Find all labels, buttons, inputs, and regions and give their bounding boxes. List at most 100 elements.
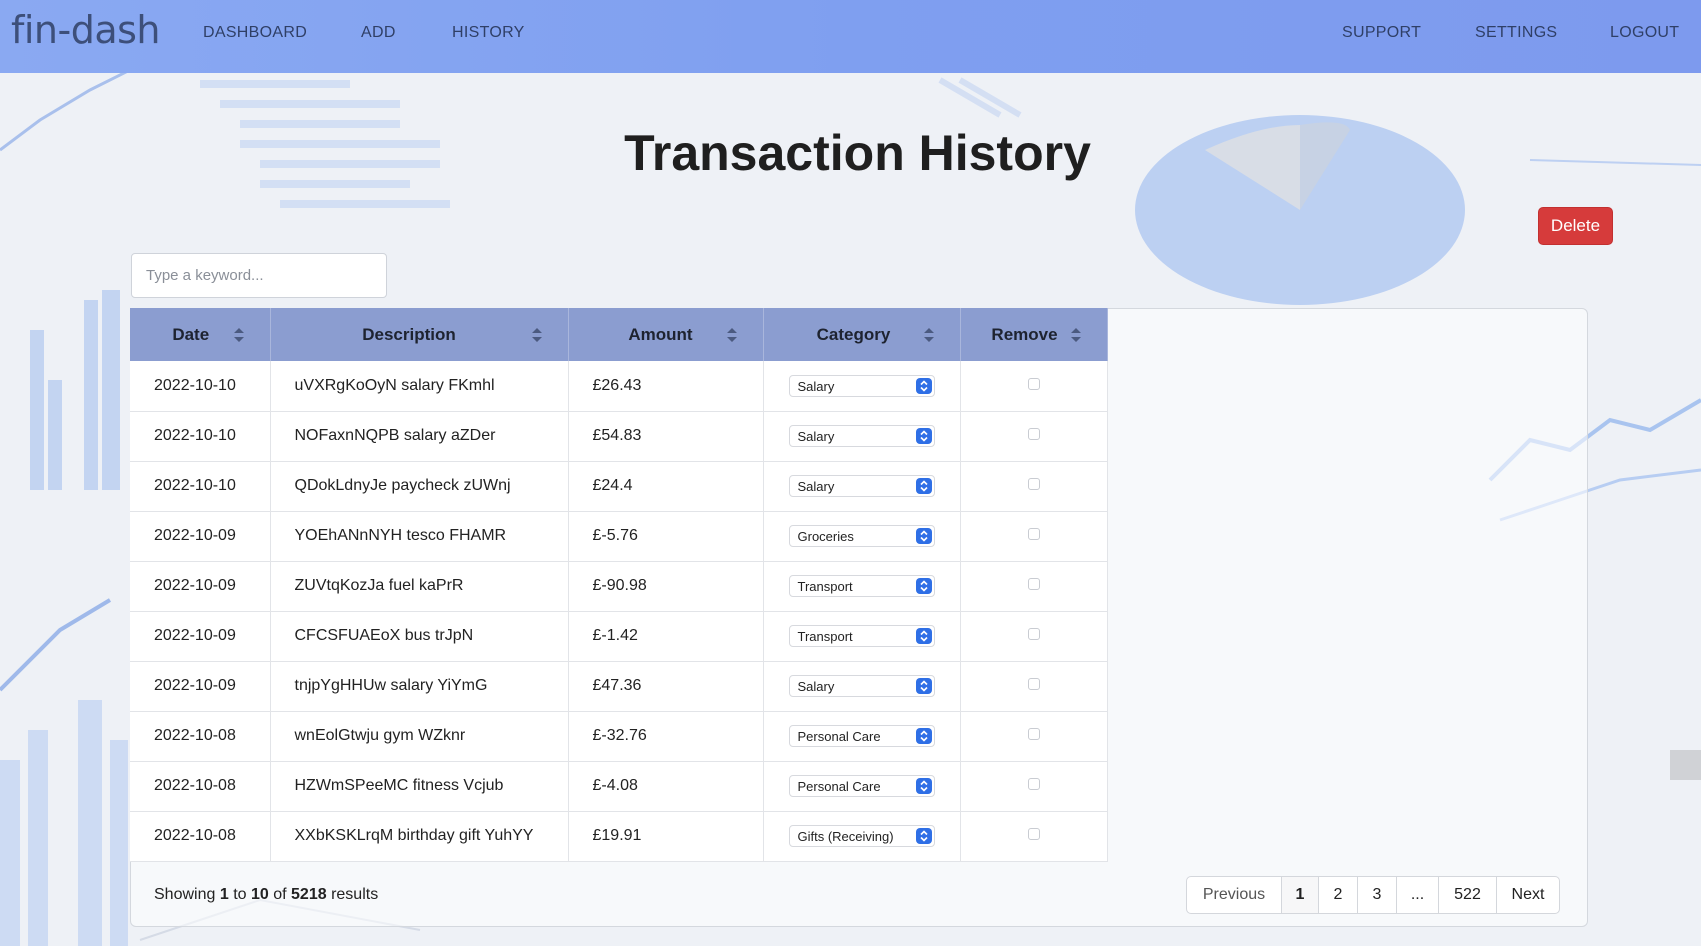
header-category-label: Category <box>816 324 891 344</box>
select-arrows-icon <box>915 628 932 644</box>
header-description[interactable]: Description <box>270 308 569 361</box>
remove-checkbox[interactable] <box>1027 377 1040 390</box>
cell-date: 2022-10-10 <box>130 361 271 412</box>
page-ellipsis: ... <box>1397 877 1439 913</box>
next-page-button[interactable]: Next <box>1497 877 1559 913</box>
cell-description: XXbKSKLrqM birthday gift YuhYY <box>270 811 569 862</box>
search-input[interactable] <box>131 253 387 298</box>
table-row: 2022-10-08 wnEolGtwju gym WZknr £-32.76 … <box>130 711 1108 762</box>
table-row: 2022-10-08 HZWmSPeeMC fitness Vcjub £-4.… <box>130 761 1108 812</box>
sort-icon[interactable] <box>1070 328 1081 342</box>
sort-icon[interactable] <box>923 328 934 342</box>
cell-description: YOEhANnNYH tesco FHAMR <box>270 511 569 562</box>
table-row: 2022-10-08 XXbKSKLrqM birthday gift YuhY… <box>130 811 1108 862</box>
category-select[interactable]: Transport <box>788 625 935 647</box>
nav-logout[interactable]: LOGOUT <box>1610 24 1679 42</box>
remove-checkbox[interactable] <box>1027 578 1040 590</box>
select-arrows-icon <box>915 578 932 594</box>
cell-description: CFCSFUAEoX bus trJpN <box>270 611 569 662</box>
cell-amount: £54.83 <box>568 411 764 462</box>
cell-description: NOFaxnNQPB salary aZDer <box>270 411 569 462</box>
category-select[interactable]: Personal Care <box>788 725 935 747</box>
header-amount-label: Amount <box>628 324 693 344</box>
table-row: 2022-10-09 CFCSFUAEoX bus trJpN £-1.42 T… <box>130 611 1108 662</box>
cell-amount: £-90.98 <box>568 561 764 612</box>
cell-description: tnjpYgHHUw salary YiYmG <box>270 661 569 712</box>
results-summary: Showing 1 to 10 of 5218 results <box>154 886 379 903</box>
cell-date: 2022-10-09 <box>130 561 271 612</box>
cell-description: QDokLdnyJe paycheck zUWnj <box>270 461 569 512</box>
table-row: 2022-10-10 NOFaxnNQPB salary aZDer £54.8… <box>130 411 1108 462</box>
table-row: 2022-10-10 uVXRgKoOyN salary FKmhl £26.4… <box>130 361 1108 412</box>
cell-description: ZUVtqKozJa fuel kaPrR <box>270 561 569 612</box>
cell-amount: £-1.42 <box>568 611 764 662</box>
select-arrows-icon <box>915 478 932 494</box>
header-remove-label: Remove <box>991 324 1058 344</box>
table-row: 2022-10-09 YOEhANnNYH tesco FHAMR £-5.76… <box>130 511 1108 562</box>
sort-icon[interactable] <box>233 328 244 342</box>
category-select[interactable]: Groceries <box>788 525 935 547</box>
page-title: Transaction History <box>624 125 1091 181</box>
header-date[interactable]: Date <box>130 308 271 361</box>
select-arrows-icon <box>915 428 932 444</box>
page-button-522[interactable]: 522 <box>1439 877 1497 913</box>
page-button-3[interactable]: 3 <box>1358 877 1397 913</box>
cell-date: 2022-10-10 <box>130 461 271 512</box>
cell-date: 2022-10-09 <box>130 611 271 662</box>
category-select[interactable]: Salary <box>788 425 935 447</box>
cell-date: 2022-10-08 <box>130 761 271 812</box>
cell-amount: £-4.08 <box>568 761 764 812</box>
nav-dashboard[interactable]: DASHBOARD <box>203 24 307 42</box>
pagination: Previous 1 2 3 ... 522 Next <box>1186 876 1560 914</box>
transaction-table: Date Description Amount Category Remove <box>130 308 1108 862</box>
cell-amount: £47.36 <box>568 661 764 712</box>
cell-amount: £26.43 <box>568 361 764 412</box>
nav-history[interactable]: HISTORY <box>452 24 525 42</box>
table-row: 2022-10-09 tnjpYgHHUw salary YiYmG £47.3… <box>130 661 1108 712</box>
sort-icon[interactable] <box>531 328 542 342</box>
remove-checkbox[interactable] <box>1027 678 1040 690</box>
page-button-1[interactable]: 1 <box>1282 877 1319 913</box>
nav-settings[interactable]: SETTINGS <box>1475 24 1557 42</box>
header-category[interactable]: Category <box>763 308 961 361</box>
category-select[interactable]: Salary <box>788 374 935 397</box>
cell-amount: £-5.76 <box>568 511 764 562</box>
cell-amount: £19.91 <box>568 811 764 862</box>
remove-checkbox[interactable] <box>1027 428 1040 440</box>
cell-date: 2022-10-09 <box>130 661 271 712</box>
remove-checkbox[interactable] <box>1027 728 1040 740</box>
delete-button[interactable]: Delete <box>1538 207 1613 245</box>
cell-date: 2022-10-10 <box>130 411 271 462</box>
category-select[interactable]: Salary <box>788 675 935 697</box>
category-select[interactable]: Personal Care <box>788 775 935 797</box>
header-date-label: Date <box>172 324 210 344</box>
table-body: 2022-10-10 uVXRgKoOyN salary FKmhl £26.4… <box>130 361 1108 862</box>
cell-amount: £-32.76 <box>568 711 764 762</box>
top-navbar: fin-dash DASHBOARD ADD HISTORY SUPPORT S… <box>0 0 1701 73</box>
header-amount[interactable]: Amount <box>568 308 764 361</box>
brand-logo[interactable]: fin-dash <box>11 8 161 52</box>
nav-support[interactable]: SUPPORT <box>1342 24 1421 42</box>
cell-date: 2022-10-09 <box>130 511 271 562</box>
remove-checkbox[interactable] <box>1027 828 1040 840</box>
header-description-label: Description <box>362 324 456 344</box>
page-button-2[interactable]: 2 <box>1319 877 1358 913</box>
table-header-row: Date Description Amount Category Remove <box>130 308 1108 361</box>
remove-checkbox[interactable] <box>1027 778 1040 790</box>
cell-date: 2022-10-08 <box>130 711 271 762</box>
table-row: 2022-10-10 QDokLdnyJe paycheck zUWnj £24… <box>130 461 1108 512</box>
category-select[interactable]: Transport <box>788 575 935 597</box>
remove-checkbox[interactable] <box>1027 478 1040 490</box>
select-arrows-icon <box>915 828 932 844</box>
select-arrows-icon <box>915 728 932 744</box>
previous-page-button[interactable]: Previous <box>1187 877 1282 913</box>
cell-description: wnEolGtwju gym WZknr <box>270 711 569 762</box>
header-remove[interactable]: Remove <box>960 308 1108 361</box>
remove-checkbox[interactable] <box>1027 528 1040 540</box>
nav-add[interactable]: ADD <box>361 24 396 42</box>
table-row: 2022-10-09 ZUVtqKozJa fuel kaPrR £-90.98… <box>130 561 1108 612</box>
sort-icon[interactable] <box>726 328 737 342</box>
remove-checkbox[interactable] <box>1027 628 1040 640</box>
category-select[interactable]: Gifts (Receiving) <box>788 825 935 847</box>
category-select[interactable]: Salary <box>788 475 935 497</box>
